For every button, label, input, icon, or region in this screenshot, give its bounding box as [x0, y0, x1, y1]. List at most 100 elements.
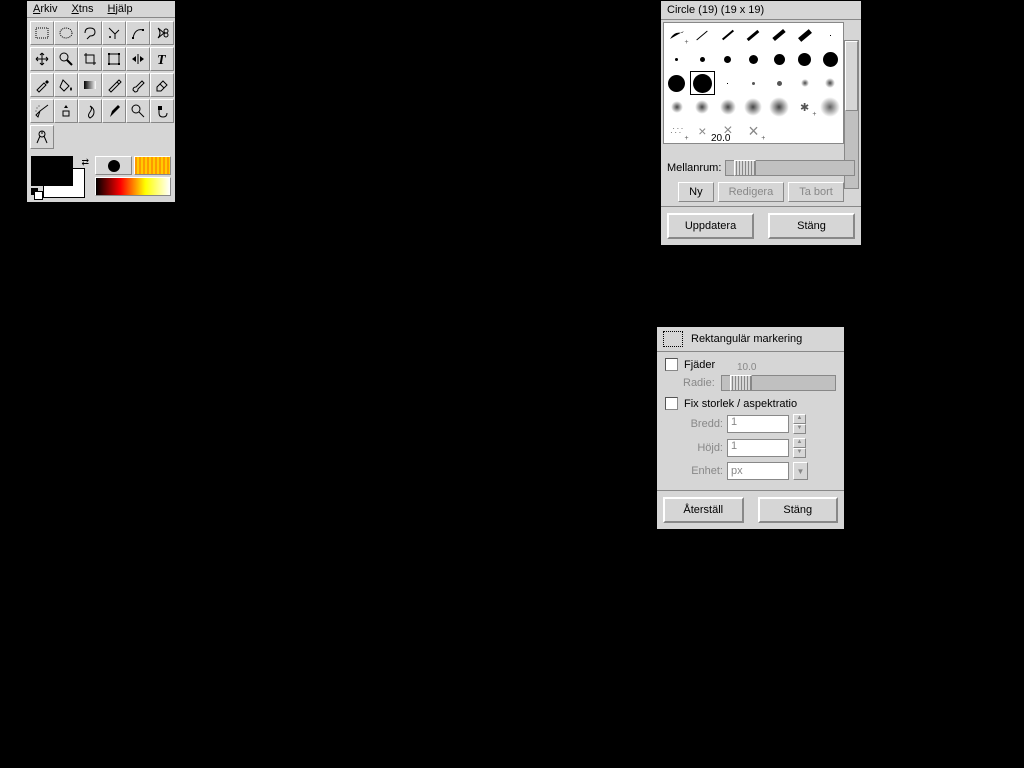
bezier-tool[interactable] [126, 21, 150, 45]
rect-select-tool[interactable] [30, 21, 54, 45]
fuzzy-select-tool[interactable] [102, 21, 126, 45]
unit-dropdown-button[interactable]: ▼ [793, 462, 808, 480]
slider-handle[interactable] [734, 160, 756, 176]
brush-item[interactable] [741, 71, 767, 95]
fixed-size-checkbox[interactable] [665, 397, 678, 410]
feather-label: Fjäder [684, 359, 715, 371]
pencil-tool[interactable] [102, 73, 126, 97]
eraser-tool[interactable] [150, 73, 174, 97]
brush-item[interactable]: ∴∵+ [664, 119, 690, 143]
unit-combo[interactable]: px [727, 462, 789, 480]
fg-color-swatch[interactable] [31, 156, 73, 186]
brush-item[interactable] [766, 71, 792, 95]
brush-item[interactable] [715, 71, 741, 95]
brush-item[interactable] [792, 71, 818, 95]
brush-item[interactable] [817, 23, 843, 47]
swap-colors-icon[interactable]: ⇄ [81, 157, 89, 168]
radius-label: Radie: [683, 377, 715, 389]
brush-item[interactable] [741, 95, 767, 119]
brush-item[interactable] [741, 47, 767, 71]
toolbox-menubar: AArkivrkiv Xtns Hjälp [27, 1, 175, 18]
flip-tool[interactable] [126, 47, 150, 71]
height-input[interactable]: 1 [727, 439, 789, 457]
feather-checkbox[interactable] [665, 358, 678, 371]
active-gradient-preview[interactable] [95, 177, 171, 196]
rect-select-icon [663, 331, 683, 347]
brush-item[interactable]: ×+ [741, 119, 767, 143]
lasso-tool[interactable] [78, 21, 102, 45]
paintbrush-tool[interactable] [126, 73, 150, 97]
menu-xtns[interactable]: Xtns [71, 3, 93, 15]
brush-item[interactable] [766, 23, 792, 47]
blend-tool[interactable] [78, 73, 102, 97]
height-label: Höjd: [677, 442, 723, 454]
close-options-button[interactable]: Stäng [758, 497, 839, 523]
brush-pattern-gradient [95, 156, 171, 198]
brush-item[interactable] [690, 95, 716, 119]
reset-button[interactable]: Återställ [663, 497, 744, 523]
brush-item[interactable] [715, 95, 741, 119]
brush-item[interactable] [817, 71, 843, 95]
delete-brush-button[interactable]: Ta bort [788, 182, 844, 202]
brushes-header: Circle (19) (19 x 19) [661, 1, 861, 20]
smudge-tool[interactable] [150, 99, 174, 123]
options-body: Fjäder 10.0 Radie: Fix storlek / aspektr… [657, 352, 844, 490]
spacing-slider[interactable] [725, 160, 855, 176]
brush-item[interactable] [792, 23, 818, 47]
brush-item[interactable] [766, 95, 792, 119]
scrollbar-thumb[interactable] [845, 41, 858, 111]
brush-item[interactable] [664, 71, 690, 95]
active-pattern-preview[interactable] [134, 156, 171, 175]
tool-grid: T [27, 18, 175, 152]
brush-item[interactable] [690, 23, 716, 47]
brush-item[interactable] [792, 47, 818, 71]
slider-handle[interactable] [730, 375, 752, 391]
options-header: Rektangulär markering [657, 327, 844, 352]
active-brush-preview[interactable] [95, 156, 132, 175]
brush-item[interactable] [817, 47, 843, 71]
brush-item[interactable] [741, 23, 767, 47]
edit-brush-button[interactable]: Redigera [718, 182, 785, 202]
clone-tool[interactable] [54, 99, 78, 123]
refresh-button[interactable]: Uppdatera [667, 213, 754, 239]
brush-item[interactable] [664, 95, 690, 119]
unit-label: Enhet: [677, 465, 723, 477]
color-picker-tool[interactable] [30, 73, 54, 97]
fg-bg-swatches: ⇄ [31, 156, 91, 198]
crop-tool[interactable] [78, 47, 102, 71]
bucket-fill-tool[interactable] [54, 73, 78, 97]
options-main-buttons: Återställ Stäng [657, 490, 844, 529]
text-tool[interactable]: T [150, 47, 174, 71]
new-brush-button[interactable]: Ny [678, 182, 713, 202]
zoom-tool[interactable] [54, 47, 78, 71]
brush-item-selected[interactable] [690, 71, 716, 95]
convolve-tool[interactable] [78, 99, 102, 123]
airbrush-tool[interactable] [30, 99, 54, 123]
move-tool[interactable] [30, 47, 54, 71]
measure-tool[interactable] [30, 125, 54, 149]
brush-item[interactable] [715, 47, 741, 71]
height-spinner[interactable]: ▲▼ [793, 438, 806, 458]
transform-tool[interactable] [102, 47, 126, 71]
ellipse-select-tool[interactable] [54, 21, 78, 45]
ink-tool[interactable] [102, 99, 126, 123]
reset-colors-icon[interactable] [31, 188, 41, 198]
brush-item[interactable] [817, 95, 843, 119]
brush-item[interactable]: ✱+ [792, 95, 818, 119]
radius-slider[interactable] [721, 375, 836, 391]
width-input[interactable]: 1 [727, 415, 789, 433]
brush-item[interactable]: + [664, 23, 690, 47]
width-spinner[interactable]: ▲▼ [793, 414, 806, 434]
brush-grid: + ✱+ ∴ [663, 22, 844, 144]
dodge-tool[interactable] [126, 99, 150, 123]
close-brushes-button[interactable]: Stäng [768, 213, 855, 239]
brush-item[interactable] [766, 47, 792, 71]
brush-item[interactable] [715, 23, 741, 47]
iscissors-tool[interactable] [150, 21, 174, 45]
brush-item[interactable] [664, 47, 690, 71]
menu-arkiv[interactable]: AArkivrkiv [33, 3, 57, 15]
brush-button-row: Ny Redigera Ta bort [661, 178, 861, 206]
menu-hjalp[interactable]: Hjälp [107, 3, 132, 15]
width-label: Bredd: [677, 418, 723, 430]
brush-item[interactable] [690, 47, 716, 71]
